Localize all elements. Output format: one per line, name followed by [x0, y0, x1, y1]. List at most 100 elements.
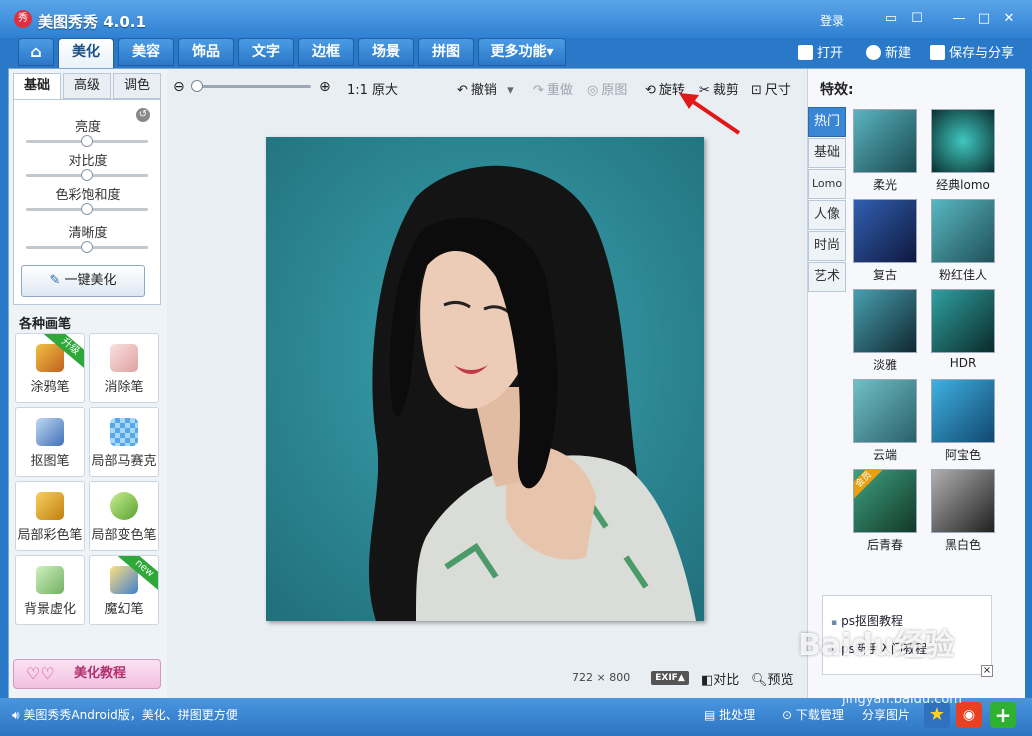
- eraser-brush-button[interactable]: 消除笔: [89, 333, 159, 403]
- contrast-label: 对比度: [68, 154, 108, 169]
- sharpness-label: 清晰度: [68, 226, 108, 241]
- status-message[interactable]: 🔊︎ 美图秀秀Android版，美化、拼图更方便: [12, 706, 238, 723]
- close-icon[interactable]: ✕: [1000, 10, 1018, 28]
- slider-knob[interactable]: [81, 169, 93, 181]
- menu-icon[interactable]: ☐: [908, 10, 926, 28]
- contrast-slider[interactable]: [26, 169, 148, 181]
- undo-button[interactable]: ↶ 撤销 ▾: [457, 79, 514, 98]
- tab-scene[interactable]: 场景: [358, 38, 414, 66]
- zoom-slider-knob[interactable]: [191, 80, 203, 92]
- beautify-tutorial-button[interactable]: ♡♡ 美化教程: [13, 659, 161, 689]
- effect-elegant[interactable]: 淡雅: [852, 289, 918, 373]
- ad-close-icon[interactable]: ×: [981, 665, 993, 677]
- app-logo-icon: 秀: [14, 10, 32, 28]
- slider-knob[interactable]: [81, 241, 93, 253]
- rotate-icon: ⟲: [645, 83, 656, 98]
- effect-hdr[interactable]: HDR: [930, 289, 996, 370]
- tab-home[interactable]: ⌂: [18, 38, 54, 66]
- main-tab-bar: ⌂ 美化 美容 饰品 文字 边框 场景 拼图 更多功能▾ 打开 新建 保存与分享: [0, 38, 1032, 68]
- edited-photo[interactable]: [266, 137, 704, 621]
- share-image-button[interactable]: 分享图片: [862, 706, 910, 723]
- subtab-advanced[interactable]: 高级: [63, 73, 111, 99]
- exif-button[interactable]: EXIF▲: [651, 671, 689, 685]
- effect-thumbnail: [853, 109, 917, 173]
- size-button[interactable]: ⊡ 尺寸: [751, 79, 791, 98]
- effect-soft-light[interactable]: 柔光: [852, 109, 918, 193]
- effect-cloud[interactable]: 云端: [852, 379, 918, 463]
- resize-icon: ⊡: [751, 83, 762, 98]
- baidu-watermark-url: jingyan.baidu.com: [842, 692, 962, 707]
- effect-black-white[interactable]: 黑白色: [930, 469, 996, 553]
- subtab-basic[interactable]: 基础: [13, 73, 61, 99]
- tab-text[interactable]: 文字: [238, 38, 294, 66]
- save-share-button[interactable]: 保存与分享: [930, 42, 1014, 61]
- local-recolor-brush-button[interactable]: 局部变色笔: [89, 481, 159, 551]
- zoom-slider[interactable]: [191, 80, 311, 92]
- minimize-icon[interactable]: —: [950, 10, 968, 28]
- home-icon: ⌂: [30, 42, 42, 61]
- effect-thumbnail: [853, 289, 917, 353]
- batch-process-button[interactable]: ▤ 批处理: [704, 706, 755, 723]
- save-icon: [930, 45, 945, 60]
- effect-category-lomo[interactable]: Lomo: [808, 169, 846, 199]
- brush-section-title: 各种画笔: [19, 317, 72, 332]
- doodle-brush-button[interactable]: 涂鸦笔 升级: [15, 333, 85, 403]
- effect-thumbnail: 会员: [853, 469, 917, 533]
- effect-category-hot[interactable]: 热门: [808, 107, 846, 137]
- subtab-color[interactable]: 调色: [113, 73, 161, 99]
- open-button[interactable]: 打开: [798, 42, 843, 61]
- effect-category-portrait[interactable]: 人像: [808, 200, 846, 230]
- effect-thumbnail: [931, 289, 995, 353]
- mosaic-brush-button[interactable]: 局部马赛克: [89, 407, 159, 477]
- effect-pink-lady[interactable]: 粉红佳人: [930, 199, 996, 283]
- actual-size-button[interactable]: 1:1 原大: [347, 79, 398, 98]
- zoom-out-icon[interactable]: ⊖: [173, 79, 185, 95]
- left-panel: 基础 高级 调色 ↺ 亮度 对比度 色彩饱和度 清晰度 ✎ 一键美化 各种画笔 …: [9, 69, 167, 699]
- effect-classic-lomo[interactable]: 经典lomo: [930, 109, 996, 193]
- sharpness-slider[interactable]: [26, 241, 148, 253]
- zoom-in-icon[interactable]: ⊕: [319, 79, 331, 95]
- original-icon: ◎: [587, 83, 599, 98]
- effect-category-basic[interactable]: 基础: [808, 138, 846, 168]
- portrait-image: [266, 137, 704, 621]
- login-link[interactable]: 登录: [820, 12, 844, 29]
- brightness-label: 亮度: [74, 120, 101, 135]
- effect-thumbnail: [931, 469, 995, 533]
- original-button[interactable]: ◎ 原图: [587, 79, 627, 98]
- tab-accessories[interactable]: 饰品: [178, 38, 234, 66]
- effect-thumbnail: [931, 109, 995, 173]
- tab-more-features[interactable]: 更多功能▾: [478, 38, 566, 66]
- new-button[interactable]: 新建: [866, 42, 911, 61]
- one-key-beautify-button[interactable]: ✎ 一键美化: [21, 265, 145, 297]
- tab-beautify[interactable]: 美化: [58, 38, 114, 68]
- maximize-icon[interactable]: □: [975, 10, 993, 28]
- tab-frame[interactable]: 边框: [298, 38, 354, 66]
- saturation-slider[interactable]: [26, 203, 148, 215]
- magic-brush-button[interactable]: 魔幻笔 new: [89, 555, 159, 625]
- folder-icon: [798, 45, 813, 60]
- app-title: 美图秀秀 4.0.1: [38, 13, 146, 31]
- chat-icon[interactable]: ▭: [882, 10, 900, 28]
- compare-icon: ◧: [701, 673, 714, 688]
- cutout-brush-button[interactable]: 抠图笔: [15, 407, 85, 477]
- local-color-brush-button[interactable]: 局部彩色笔: [15, 481, 85, 551]
- slider-knob[interactable]: [81, 135, 93, 147]
- tab-face[interactable]: 美容: [118, 38, 174, 66]
- add-icon[interactable]: +: [990, 702, 1016, 728]
- preview-button[interactable]: 🔍︎预览: [751, 669, 794, 688]
- effect-retro[interactable]: 复古: [852, 199, 918, 283]
- download-manager-button[interactable]: ⊙ 下载管理: [782, 706, 844, 723]
- effect-category-art[interactable]: 艺术: [808, 262, 846, 292]
- redo-button[interactable]: ↷ 重做: [533, 79, 573, 98]
- effect-thumbnail: [931, 379, 995, 443]
- undo-icon: ↶: [457, 83, 468, 98]
- chevron-down-icon[interactable]: ▾: [507, 83, 514, 98]
- brightness-slider[interactable]: [26, 135, 148, 147]
- tab-collage[interactable]: 拼图: [418, 38, 474, 66]
- background-blur-button[interactable]: 背景虚化: [15, 555, 85, 625]
- effect-category-fashion[interactable]: 时尚: [808, 231, 846, 261]
- effect-post-youth[interactable]: 会员 后青春: [852, 469, 918, 553]
- compare-button[interactable]: ◧对比: [701, 669, 739, 688]
- effect-abao[interactable]: 阿宝色: [930, 379, 996, 463]
- slider-knob[interactable]: [81, 203, 93, 215]
